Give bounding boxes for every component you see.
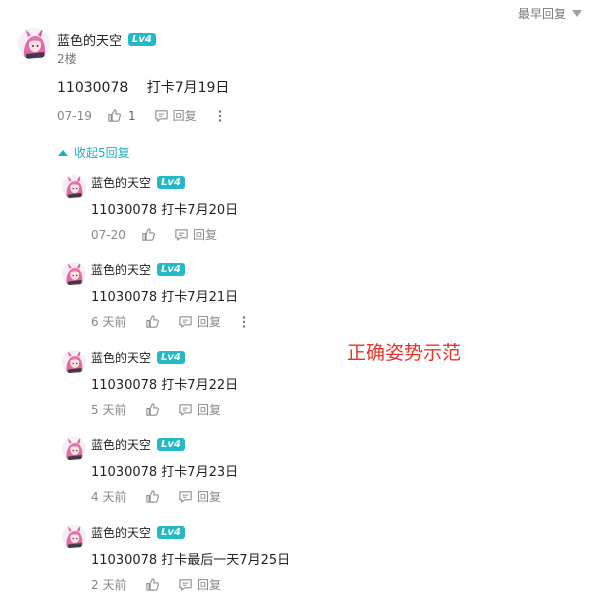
more-options-button[interactable] xyxy=(241,315,247,329)
collapse-replies-button[interactable]: 收起5回复 xyxy=(58,144,130,161)
reply-text: 11030078 打卡7月21日 xyxy=(91,290,239,305)
like-button[interactable]: 1 xyxy=(107,108,136,123)
reply-author: 蓝色的天空 Lv4 xyxy=(91,349,185,366)
reply-label: 回复 xyxy=(193,228,218,242)
reply-author: 蓝色的天空 Lv4 xyxy=(91,174,185,191)
reply-date: 4 天前 xyxy=(91,490,127,504)
reply-actions: 5 天前 回复 xyxy=(91,401,221,418)
thumbs-up-icon xyxy=(145,489,160,504)
annotation-text: 正确姿势示范 xyxy=(347,342,462,364)
avatar[interactable] xyxy=(62,525,86,549)
reply-text: 11030078 打卡最后一天7月25日 xyxy=(91,553,291,568)
caret-down-icon xyxy=(572,10,583,17)
comment-text: 11030078 打卡7月19日 xyxy=(57,80,230,96)
reply-author: 蓝色的天空 Lv4 xyxy=(91,524,185,541)
username[interactable]: 蓝色的天空 xyxy=(91,524,151,541)
reply-author: 蓝色的天空 Lv4 xyxy=(91,436,185,453)
comment-icon xyxy=(178,314,193,329)
username[interactable]: 蓝色的天空 xyxy=(91,261,151,278)
level-badge: Lv4 xyxy=(157,176,185,189)
reply-label: 回复 xyxy=(197,315,222,329)
more-options-button[interactable] xyxy=(217,109,223,123)
sort-dropdown[interactable]: 最早回复 xyxy=(518,5,583,22)
reply-text: 11030078 打卡7月20日 xyxy=(91,203,239,218)
username[interactable]: 蓝色的天空 xyxy=(91,349,151,366)
reply-button[interactable]: 回复 xyxy=(178,313,221,330)
reply-button[interactable]: 回复 xyxy=(154,107,197,124)
thumbs-up-icon xyxy=(145,314,160,329)
avatar[interactable] xyxy=(62,350,86,374)
comment-icon xyxy=(178,402,193,417)
reply-button[interactable]: 回复 xyxy=(178,488,221,505)
like-button[interactable] xyxy=(145,489,160,504)
avatar[interactable] xyxy=(62,175,86,199)
more-vertical-icon xyxy=(217,109,223,123)
reply-date: 2 天前 xyxy=(91,578,127,592)
like-button[interactable] xyxy=(145,577,160,592)
reply-actions: 4 天前 回复 xyxy=(91,488,221,505)
username[interactable]: 蓝色的天空 xyxy=(57,30,122,49)
reply-actions: 2 天前 回复 xyxy=(91,576,221,593)
reply-text: 11030078 打卡7月23日 xyxy=(91,465,239,480)
floor-number: 2楼 xyxy=(57,52,77,66)
reply-label: 回复 xyxy=(197,490,222,504)
reply-actions: 6 天前 回复 xyxy=(91,313,247,330)
avatar[interactable] xyxy=(62,437,86,461)
triangle-up-icon xyxy=(58,149,68,156)
reply-label: 回复 xyxy=(172,109,197,123)
thumbs-up-icon xyxy=(107,108,122,123)
like-button[interactable] xyxy=(141,227,156,242)
level-badge: Lv4 xyxy=(157,438,185,451)
comment-author: 蓝色的天空 Lv4 xyxy=(57,30,156,49)
thumbs-up-icon xyxy=(141,227,156,242)
username[interactable]: 蓝色的天空 xyxy=(91,174,151,191)
like-button[interactable] xyxy=(145,314,160,329)
reply-label: 回复 xyxy=(197,578,222,592)
like-count: 1 xyxy=(128,108,136,123)
sort-label: 最早回复 xyxy=(518,7,567,21)
collapse-label: 收起5回复 xyxy=(74,146,130,160)
level-badge: Lv4 xyxy=(128,33,156,46)
comment-date: 07-19 xyxy=(57,108,92,123)
username[interactable]: 蓝色的天空 xyxy=(91,436,151,453)
comment-icon xyxy=(154,108,169,123)
reply-label: 回复 xyxy=(197,403,222,417)
thumbs-up-icon xyxy=(145,577,160,592)
reply-actions: 07-20 回复 xyxy=(91,226,217,243)
avatar[interactable] xyxy=(62,262,86,286)
like-button[interactable] xyxy=(145,402,160,417)
comment-icon xyxy=(174,227,189,242)
comment-actions: 07-19 1 回复 xyxy=(57,107,223,124)
reply-button[interactable]: 回复 xyxy=(178,401,221,418)
reply-button[interactable]: 回复 xyxy=(178,576,221,593)
comment-icon xyxy=(178,577,193,592)
level-badge: Lv4 xyxy=(157,263,185,276)
reply-date: 6 天前 xyxy=(91,315,127,329)
reply-button[interactable]: 回复 xyxy=(174,226,217,243)
reply-date: 07-20 xyxy=(91,227,126,242)
level-badge: Lv4 xyxy=(157,351,185,364)
reply-date: 5 天前 xyxy=(91,403,127,417)
reply-text: 11030078 打卡7月22日 xyxy=(91,378,239,393)
comment-icon xyxy=(178,489,193,504)
more-vertical-icon xyxy=(241,315,247,329)
reply-author: 蓝色的天空 Lv4 xyxy=(91,261,185,278)
avatar[interactable] xyxy=(18,28,50,60)
thumbs-up-icon xyxy=(145,402,160,417)
level-badge: Lv4 xyxy=(157,526,185,539)
